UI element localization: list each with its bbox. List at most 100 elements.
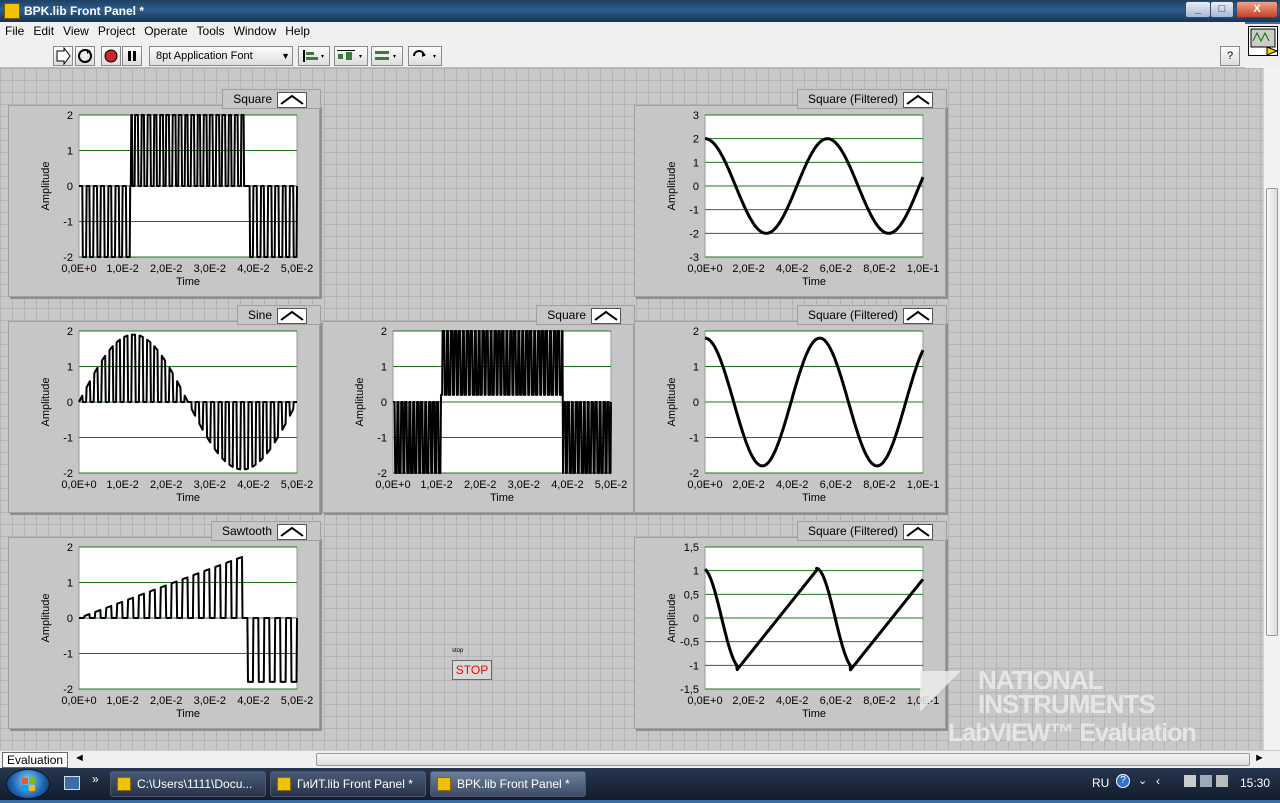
scroll-right-icon[interactable]: ► bbox=[1254, 752, 1265, 764]
y-tick-label: 0 bbox=[693, 181, 699, 193]
x-tick-label: 4,0E-2 bbox=[237, 263, 269, 275]
vi-icon[interactable] bbox=[1248, 26, 1279, 56]
x-tick-label: 0,0E+0 bbox=[687, 263, 722, 275]
x-tick-label: 3,0E-2 bbox=[508, 479, 540, 491]
y-tick-label: 0 bbox=[693, 397, 699, 409]
distribute-objects-icon bbox=[337, 50, 362, 60]
font-selector-value: 8pt Application Font bbox=[156, 50, 253, 62]
x-tick-label: 4,0E-2 bbox=[237, 695, 269, 707]
window-title: BPK.lib Front Panel * bbox=[24, 4, 145, 18]
waveform-graph-square-2[interactable]: Square 2 1 0 -1 -2 0,0E+0 1,0E-2 2,0E-2 3,0E-2 4,… bbox=[322, 305, 635, 513]
menu-window[interactable]: Window bbox=[229, 22, 281, 38]
start-button[interactable] bbox=[6, 769, 50, 799]
x-tick-label: 1,0E-2 bbox=[106, 479, 138, 491]
plot-legend-icon bbox=[906, 94, 930, 105]
y-tick-label: -1 bbox=[689, 433, 699, 445]
y-tick-label: 0 bbox=[381, 397, 387, 409]
context-help-button[interactable]: ? bbox=[1220, 46, 1240, 66]
plot-legend-icon bbox=[594, 310, 618, 321]
waveform-graph-square-filtered-3[interactable]: Square (Filtered) 1,5 1 0,5 0 -0,5 -1 -1,5 0,0E… bbox=[634, 521, 947, 729]
plot-legend-icon bbox=[280, 310, 304, 321]
graph-canvas: 210-1-20,0E+0 1,0E-2 2,0E-2 3,0E-2 4,0E-2 5,0… bbox=[40, 542, 313, 720]
task-bpk-front-panel[interactable]: BPK.lib Front Panel * bbox=[430, 771, 586, 797]
volume-icon[interactable] bbox=[1200, 775, 1212, 787]
horizontal-scroll-thumb[interactable] bbox=[316, 753, 1250, 766]
tray-expand-icon[interactable]: ‹ bbox=[1156, 774, 1160, 788]
maximize-button[interactable]: □ bbox=[1210, 1, 1234, 18]
run-button[interactable] bbox=[53, 46, 73, 66]
waveform-graph-sawtooth[interactable]: Sawtooth 2 1 0 -1 -2 0,0E+0 1,0E-2 2,0E-2 3,0E-2… bbox=[8, 521, 321, 729]
y-axis-label: Amplitude bbox=[666, 162, 678, 211]
x-tick-label: 5,0E-2 bbox=[281, 263, 313, 275]
stop-control-label: stop bbox=[452, 648, 464, 654]
x-tick-label: 0,0E+0 bbox=[375, 479, 410, 491]
folder-icon bbox=[117, 777, 131, 791]
labview-app-icon[interactable] bbox=[4, 3, 20, 19]
show-desktop-icon[interactable] bbox=[64, 776, 80, 790]
x-tick-label: 1,0E-1 bbox=[907, 695, 939, 707]
menu-operate[interactable]: Operate bbox=[139, 22, 191, 38]
x-tick-label: 5,0E-2 bbox=[595, 479, 627, 491]
scroll-left-icon[interactable]: ◄ bbox=[74, 752, 85, 764]
y-tick-label: 2 bbox=[67, 110, 73, 122]
menu-project[interactable]: Project bbox=[93, 22, 139, 38]
font-selector[interactable]: 8pt Application Font ▼ bbox=[149, 46, 293, 66]
network-icon[interactable] bbox=[1184, 775, 1196, 787]
task-giit-front-panel[interactable]: ГиИТ.lib Front Panel * bbox=[270, 771, 426, 797]
y-tick-label: 1 bbox=[67, 578, 73, 590]
run-continuously-button[interactable] bbox=[75, 46, 95, 66]
distribute-objects-button[interactable] bbox=[334, 46, 368, 66]
menu-view[interactable]: View bbox=[58, 22, 93, 38]
y-axis-label: Amplitude bbox=[666, 378, 678, 427]
menu-tools[interactable]: Tools bbox=[192, 22, 229, 38]
tray-chevron-icon[interactable]: ⌄ bbox=[1138, 774, 1147, 787]
quicklaunch-overflow-icon[interactable]: » bbox=[92, 772, 99, 786]
x-tick-label: 2,0E-2 bbox=[150, 263, 182, 275]
task-explorer[interactable]: C:\Users\1111\Docu... bbox=[110, 771, 266, 797]
y-tick-label: -0,5 bbox=[680, 637, 699, 649]
stop-button[interactable]: STOP bbox=[452, 660, 492, 680]
y-tick-label: 0 bbox=[67, 181, 73, 193]
toolbar: 8pt Application Font ▼ ? bbox=[0, 42, 1245, 68]
abort-button[interactable] bbox=[101, 46, 121, 66]
context-selector[interactable]: Evaluation bbox=[2, 752, 68, 768]
waveform-graph-square-filtered-2[interactable]: Square (Filtered) 2 1 0 -1 -2 0,0E+0 2,0E-2 4,0… bbox=[634, 305, 947, 513]
x-tick-label: 1,0E-2 bbox=[420, 479, 452, 491]
minimize-button[interactable]: _ bbox=[1185, 1, 1211, 18]
y-tick-label: -1 bbox=[377, 433, 387, 445]
vertical-scroll-thumb[interactable] bbox=[1266, 188, 1278, 636]
clock[interactable]: 15:30 bbox=[1240, 776, 1270, 790]
menu-edit[interactable]: Edit bbox=[28, 22, 58, 38]
graph-canvas: 210-1-20,0E+0 1,0E-2 2,0E-2 3,0E-2 4,0E-2 5,0… bbox=[40, 326, 313, 504]
pause-button[interactable] bbox=[122, 46, 142, 66]
menu-file[interactable]: File bbox=[0, 22, 28, 38]
y-tick-label: 2 bbox=[693, 326, 699, 338]
menu-bar: File Edit View Project Operate Tools Window Hel… bbox=[0, 22, 1245, 42]
reorder-button[interactable] bbox=[408, 46, 442, 66]
waveform-graph-square-filtered-1[interactable]: Square (Filtered) 3 2 1 0 -1 -2 -3 0,0E+0 2,0E-2… bbox=[634, 89, 947, 297]
language-indicator[interactable]: RU bbox=[1092, 776, 1109, 790]
x-axis-label: Time bbox=[490, 492, 514, 504]
status-bar: Evaluation ◄ ► bbox=[0, 750, 1280, 768]
x-tick-label: 2,0E-2 bbox=[732, 695, 764, 707]
x-axis-label: Time bbox=[176, 708, 200, 720]
resize-objects-button[interactable] bbox=[371, 46, 403, 66]
align-objects-button[interactable] bbox=[298, 46, 330, 66]
y-axis-label: Amplitude bbox=[40, 594, 52, 643]
align-objects-icon bbox=[303, 50, 324, 62]
x-tick-label: 1,0E-2 bbox=[106, 263, 138, 275]
plot-legend-icon bbox=[280, 526, 304, 537]
help-icon[interactable]: ? bbox=[1116, 774, 1130, 788]
x-tick-label: 6,0E-2 bbox=[820, 263, 852, 275]
waveform-graph-square[interactable]: Square 2 1 0 -1 -2 0,0E+0 1,0E-2 2,0E-2 3,0E-2 4,… bbox=[8, 89, 321, 297]
waveform-graph-sine[interactable]: Sine 2 1 0 -1 -2 0,0E+0 1,0E-2 2,0E-2 3,0E-2 4,0E… bbox=[8, 305, 321, 513]
y-tick-label: 0 bbox=[67, 613, 73, 625]
vertical-scrollbar[interactable] bbox=[1263, 68, 1280, 750]
menu-help[interactable]: Help bbox=[280, 22, 314, 38]
x-tick-label: 4,0E-2 bbox=[776, 695, 808, 707]
close-button[interactable]: X bbox=[1236, 1, 1278, 18]
y-tick-label: -1 bbox=[63, 217, 73, 229]
device-icon[interactable] bbox=[1216, 775, 1228, 787]
y-tick-label: 2 bbox=[67, 326, 73, 338]
x-axis-label: Time bbox=[802, 492, 826, 504]
